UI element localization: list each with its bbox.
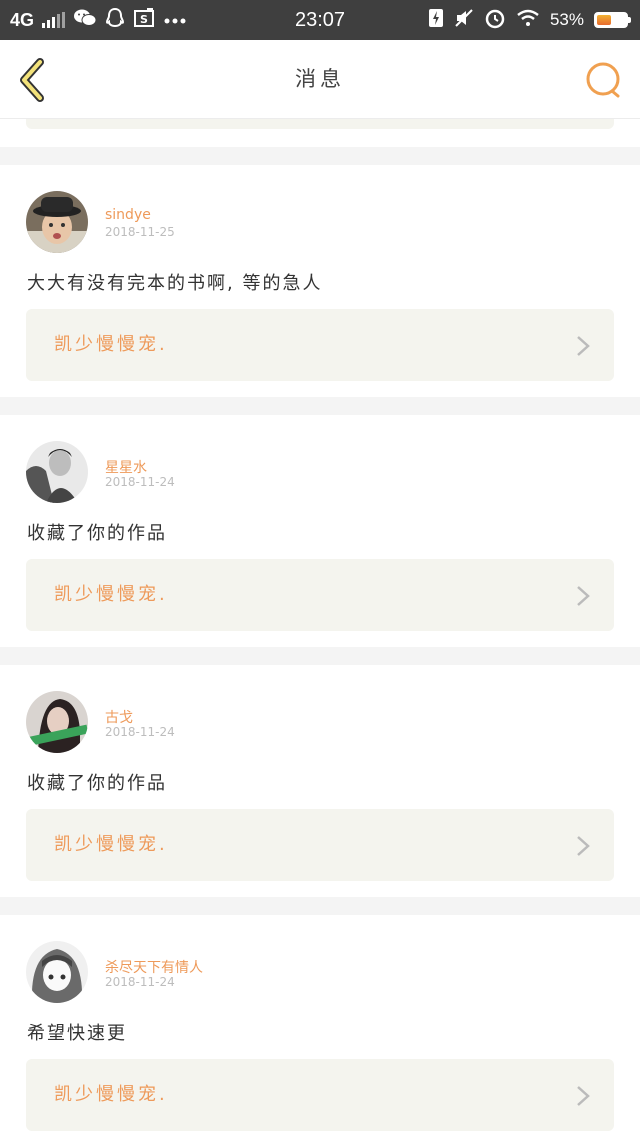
referenced-work-title: 凯少慢慢宠. — [54, 334, 168, 355]
message-text: 收藏了你的作品 — [27, 523, 167, 544]
avatar[interactable] — [26, 191, 88, 253]
avatar[interactable] — [26, 441, 88, 503]
username[interactable]: 星星水 — [105, 457, 147, 477]
referenced-work[interactable]: 凯少慢慢宠. — [26, 809, 614, 881]
battery-icon — [594, 12, 631, 28]
chevron-right-icon — [577, 1086, 590, 1106]
message-card: 杀尽天下有情人 2018-11-24 希望快速更 凯少慢慢宠. — [0, 915, 640, 1138]
referenced-work-title: 凯少慢慢宠. — [54, 1084, 168, 1105]
message-text: 收藏了你的作品 — [27, 773, 167, 794]
avatar[interactable] — [26, 691, 88, 753]
search-button[interactable] — [584, 60, 624, 100]
username[interactable]: sindye — [105, 207, 151, 223]
referenced-work[interactable]: 凯少慢慢宠. — [26, 559, 614, 631]
app-header: 消息 — [0, 40, 640, 119]
message-text: 大大有没有完本的书啊, 等的急人 — [27, 273, 323, 294]
referenced-work[interactable]: 凯少慢慢宠. — [26, 309, 614, 381]
battery-percent: 53% — [549, 10, 584, 29]
previous-reference-box[interactable] — [26, 119, 614, 129]
chevron-right-icon — [577, 336, 590, 356]
mute-icon — [454, 8, 474, 33]
message-card: 古戈 2018-11-24 收藏了你的作品 凯少慢慢宠. — [0, 665, 640, 897]
referenced-work-title: 凯少慢慢宠. — [54, 584, 168, 605]
search-icon — [586, 62, 620, 98]
alarm-icon — [484, 7, 506, 34]
message-list[interactable]: sindye 2018-11-25 大大有没有完本的书啊, 等的急人 凯少慢慢宠… — [0, 119, 640, 1138]
charging-sim-icon — [428, 8, 444, 33]
username[interactable]: 杀尽天下有情人 — [105, 957, 203, 977]
page-title: 消息 — [295, 67, 345, 91]
message-date: 2018-11-24 — [105, 975, 175, 989]
message-date: 2018-11-24 — [105, 475, 175, 489]
referenced-work-title: 凯少慢慢宠. — [54, 834, 168, 855]
wifi-icon — [516, 9, 540, 32]
status-bar: 4G S 23:07 53% — [0, 0, 640, 40]
status-bar-right: 53% — [428, 0, 631, 40]
referenced-work[interactable]: 凯少慢慢宠. — [26, 1059, 614, 1131]
chevron-right-icon — [577, 586, 590, 606]
message-date: 2018-11-24 — [105, 725, 175, 739]
message-text: 希望快速更 — [27, 1023, 127, 1044]
message-card: sindye 2018-11-25 大大有没有完本的书啊, 等的急人 凯少慢慢宠… — [0, 165, 640, 397]
avatar[interactable] — [26, 941, 88, 1003]
chevron-right-icon — [577, 836, 590, 856]
username[interactable]: 古戈 — [105, 707, 133, 727]
message-date: 2018-11-25 — [105, 225, 175, 239]
message-card: 星星水 2018-11-24 收藏了你的作品 凯少慢慢宠. — [0, 415, 640, 647]
previous-message-card — [0, 119, 640, 147]
